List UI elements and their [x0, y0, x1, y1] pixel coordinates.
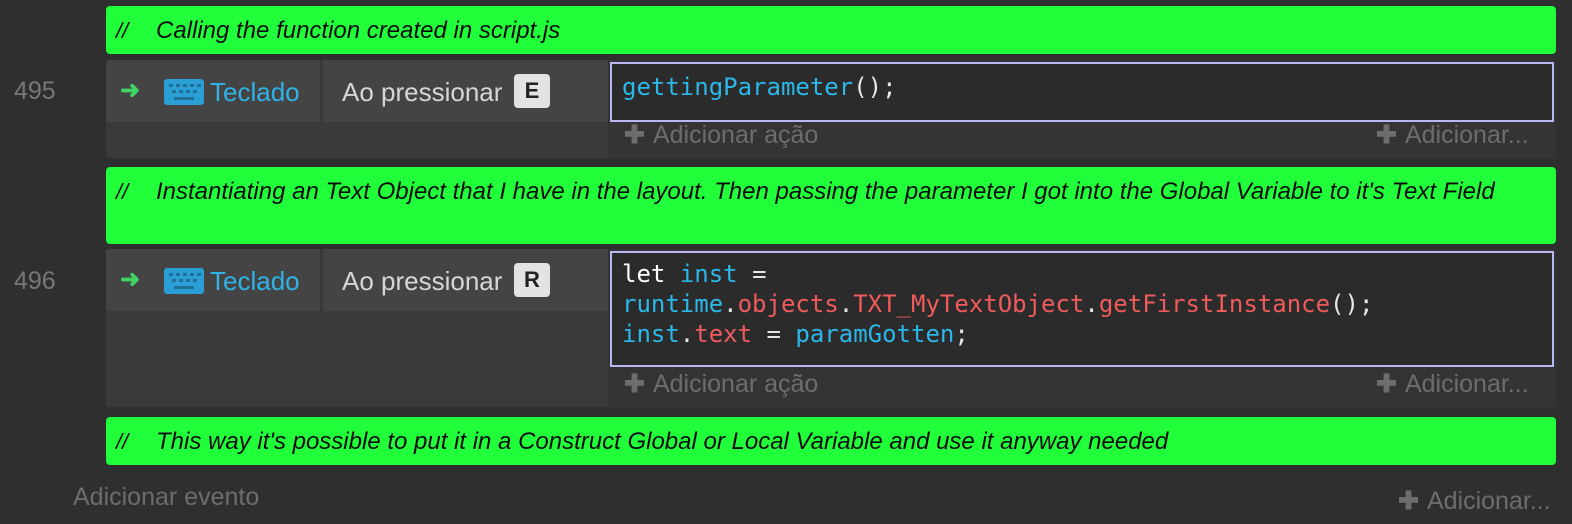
condition-text: Ao pressionar	[342, 77, 503, 107]
comment-block[interactable]: // Instantiating an Text Object that I h…	[106, 167, 1556, 244]
plus-icon: ✚	[624, 370, 645, 398]
trigger-arrow-icon: ➜	[120, 266, 141, 293]
condition-divider	[320, 249, 323, 311]
comment-block[interactable]: // Calling the function created in scrip…	[106, 6, 1556, 54]
condition-object-name: Teclado	[210, 266, 300, 296]
comment-icon: //	[116, 429, 129, 454]
add-more-button[interactable]: ✚ Adicionar...	[1398, 486, 1551, 516]
script-action-code[interactable]: gettingParameter();	[610, 62, 1554, 122]
condition-text: Ao pressionar	[342, 266, 503, 296]
keyboard-icon	[164, 79, 204, 105]
event-number: 495	[14, 77, 56, 105]
event-number: 496	[14, 267, 56, 295]
comment-icon: //	[116, 179, 129, 204]
add-more-button[interactable]: ✚ Adicionar...	[1376, 369, 1529, 399]
plus-icon: ✚	[1376, 370, 1397, 398]
key-badge: E	[514, 74, 550, 108]
condition-divider	[320, 60, 323, 122]
event-block[interactable]: ➜ Teclado Ao pressionar R let inst = run…	[106, 249, 1556, 407]
add-action-button[interactable]: ✚ Adicionar ação	[624, 369, 818, 399]
comment-icon: //	[116, 18, 129, 43]
comment-text: Calling the function created in script.j…	[156, 17, 561, 44]
add-event-button[interactable]: Adicionar evento	[73, 482, 259, 512]
comment-text: This way it's possible to put it in a Co…	[156, 428, 1169, 455]
condition-object-name: Teclado	[210, 77, 300, 107]
plus-icon: ✚	[624, 121, 645, 149]
plus-icon: ✚	[1398, 487, 1419, 515]
condition-row[interactable]: ➜ Teclado Ao pressionar R	[106, 249, 608, 311]
add-more-button[interactable]: ✚ Adicionar...	[1376, 120, 1529, 150]
script-action-code[interactable]: let inst = runtime.objects.TXT_MyTextObj…	[610, 251, 1554, 367]
key-badge: R	[514, 263, 550, 297]
keyboard-icon	[164, 268, 204, 294]
event-block[interactable]: ➜ Teclado Ao pressionar E gettingParamet…	[106, 60, 1556, 158]
add-action-button[interactable]: ✚ Adicionar ação	[624, 120, 818, 150]
trigger-arrow-icon: ➜	[120, 77, 141, 104]
comment-text: Instantiating an Text Object that I have…	[156, 178, 1495, 205]
condition-row[interactable]: ➜ Teclado Ao pressionar E	[106, 60, 608, 122]
comment-block[interactable]: // This way it's possible to put it in a…	[106, 417, 1556, 465]
plus-icon: ✚	[1376, 121, 1397, 149]
